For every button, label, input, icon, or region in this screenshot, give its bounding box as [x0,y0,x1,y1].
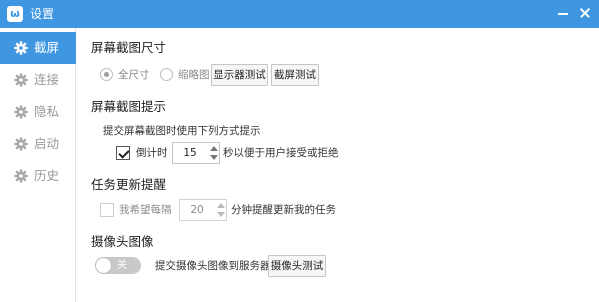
countdown-label: 倒计时 [136,147,168,159]
reminder-minutes-stepper[interactable]: 20 [179,199,227,221]
gear-icon [14,105,28,119]
sidebar-item-history[interactable]: 历史 [0,160,76,192]
gear-icon [14,73,28,87]
camera-test-button[interactable]: 摄像头测试 [268,255,326,277]
toggle-knob [95,257,112,274]
title-bar: ω 设置 [0,0,599,28]
app-logo-text: ω [10,7,20,20]
task-reminder-label: 我希望每隔 [119,204,172,216]
gear-icon [14,137,28,151]
camera-toggle[interactable]: 关 [95,257,141,274]
gear-icon [14,169,28,183]
sidebar-item-label: 隐私 [34,104,60,119]
countdown-suffix: 秒以便于用户接受或拒绝 [223,147,339,159]
sidebar-item-label: 截屏 [34,40,60,55]
sidebar: 截屏 连接 隐私 启动 历史 [0,28,76,302]
stepper-down-icon[interactable] [208,153,219,163]
section-title-screenshot-notice: 屏幕截图提示 [91,99,167,114]
sidebar-item-label: 连接 [34,72,60,87]
reminder-minutes-value: 20 [190,204,204,216]
sidebar-item-label: 启动 [34,136,60,151]
countdown-checkbox[interactable] [116,146,130,160]
sidebar-item-connection[interactable]: 连接 [0,64,76,96]
sidebar-item-privacy[interactable]: 隐私 [0,96,76,128]
sidebar-item-label: 历史 [34,168,60,183]
full-size-radio[interactable] [100,68,113,81]
task-reminder-checkbox[interactable] [100,203,114,217]
close-icon[interactable] [576,4,594,22]
section-title-task-reminder: 任务更新提醒 [91,177,167,192]
app-logo-icon: ω [7,6,23,22]
section-title-screenshot-size: 屏幕截图尺寸 [91,40,167,55]
countdown-stepper[interactable]: 15 [172,142,220,164]
thumbnail-radio[interactable] [160,68,173,81]
screenshot-notice-description: 提交屏幕截图时使用下列方式提示 [103,125,261,137]
screenshot-test-button[interactable]: 截屏测试 [271,64,319,86]
sidebar-item-startup[interactable]: 启动 [0,128,76,160]
gear-icon [14,41,28,55]
window-title: 设置 [30,7,55,21]
countdown-value: 15 [183,147,197,159]
sidebar-item-screenshot[interactable]: 截屏 [0,32,76,64]
task-reminder-suffix: 分钟提醒更新我的任务 [231,204,336,216]
camera-description: 提交摄像头图像到服务器 [155,260,271,272]
camera-toggle-label: 关 [117,260,127,271]
monitor-test-button[interactable]: 显示器测试 [211,64,268,86]
minimize-icon[interactable] [554,4,572,22]
full-size-label: 全尺寸 [118,69,150,81]
stepper-down-icon[interactable] [215,210,226,220]
thumbnail-label: 缩略图 [178,69,210,81]
section-title-camera: 摄像头图像 [91,234,154,249]
